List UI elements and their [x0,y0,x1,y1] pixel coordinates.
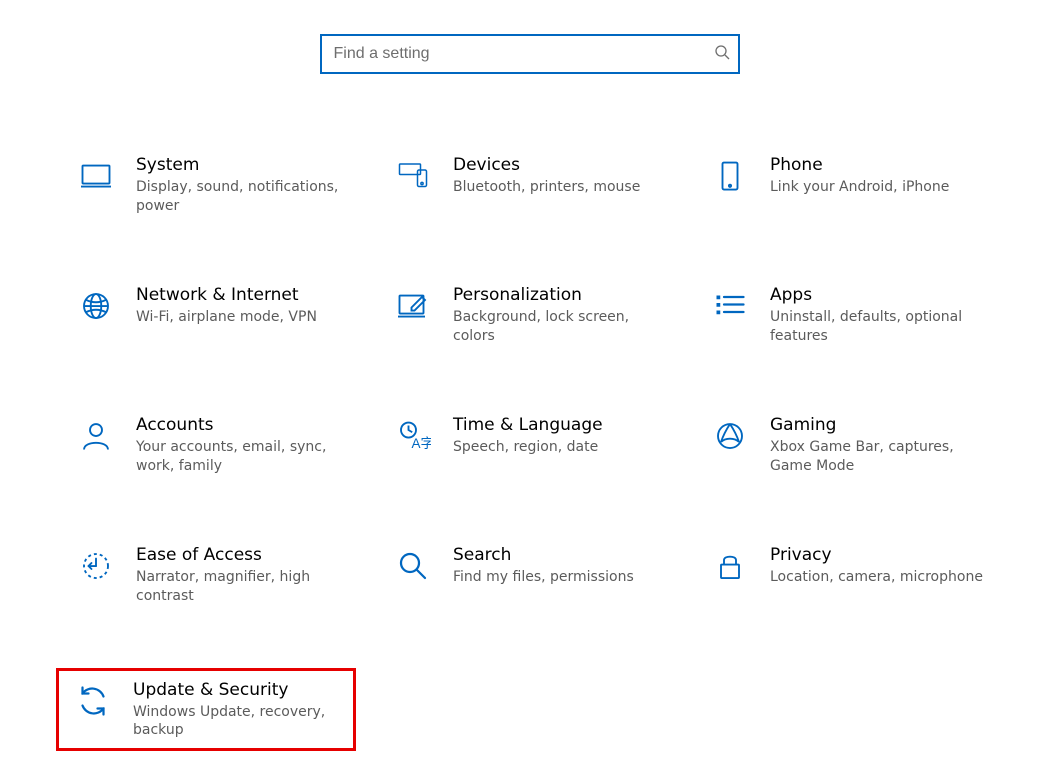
tile-gaming[interactable]: Gaming Xbox Game Bar, captures, Game Mod… [696,408,996,482]
tile-search[interactable]: Search Find my files, permissions [379,538,679,612]
tile-title: Devices [453,154,675,176]
tile-text: Accounts Your accounts, email, sync, wor… [136,414,358,476]
tile-phone[interactable]: Phone Link your Android, iPhone [696,148,996,222]
svg-text:A字: A字 [412,436,432,451]
personalization-icon [393,286,433,326]
tile-title: Apps [770,284,992,306]
tile-ease-of-access[interactable]: Ease of Access Narrator, magnifier, high… [62,538,362,612]
search-wrapper [320,34,740,74]
tile-desc: Windows Update, recovery, backup [133,703,349,741]
devices-icon [393,156,433,196]
globe-icon [76,286,116,326]
tile-title: Personalization [453,284,675,306]
tile-text: Update & Security Windows Update, recove… [133,679,349,741]
system-icon [76,156,116,196]
tile-devices[interactable]: Devices Bluetooth, printers, mouse [379,148,679,222]
tile-title: Phone [770,154,992,176]
tile-desc: Xbox Game Bar, captures, Game Mode [770,438,992,476]
tile-accounts[interactable]: Accounts Your accounts, email, sync, wor… [62,408,362,482]
magnifier-icon [393,546,433,586]
tile-title: Gaming [770,414,992,436]
tile-title: System [136,154,358,176]
tile-desc: Narrator, magnifier, high contrast [136,568,358,606]
tile-system[interactable]: System Display, sound, notifications, po… [62,148,362,222]
search-input[interactable] [320,34,740,74]
apps-icon [710,286,750,326]
tile-time-language[interactable]: A字 Time & Language Speech, region, date [379,408,679,482]
tile-network[interactable]: Network & Internet Wi-Fi, airplane mode,… [62,278,362,352]
tile-desc: Background, lock screen, colors [453,308,675,346]
tile-desc: Find my files, permissions [453,568,675,587]
tile-title: Accounts [136,414,358,436]
tile-desc: Wi-Fi, airplane mode, VPN [136,308,358,327]
tile-title: Network & Internet [136,284,358,306]
update-icon [73,681,113,721]
tile-update-security[interactable]: Update & Security Windows Update, recove… [56,668,356,752]
tile-desc: Link your Android, iPhone [770,178,992,197]
tile-privacy[interactable]: Privacy Location, camera, microphone [696,538,996,612]
tile-desc: Display, sound, notifications, power [136,178,358,216]
lock-icon [710,546,750,586]
tile-text: System Display, sound, notifications, po… [136,154,358,216]
tile-apps[interactable]: Apps Uninstall, defaults, optional featu… [696,278,996,352]
tile-text: Apps Uninstall, defaults, optional featu… [770,284,992,346]
tile-title: Ease of Access [136,544,358,566]
tile-desc: Location, camera, microphone [770,568,992,587]
tile-desc: Your accounts, email, sync, work, family [136,438,358,476]
tile-text: Phone Link your Android, iPhone [770,154,992,197]
tile-desc: Bluetooth, printers, mouse [453,178,675,197]
tile-personalization[interactable]: Personalization Background, lock screen,… [379,278,679,352]
tile-desc: Speech, region, date [453,438,675,457]
settings-grid: System Display, sound, notifications, po… [0,148,1059,751]
tile-text: Network & Internet Wi-Fi, airplane mode,… [136,284,358,327]
tile-title: Time & Language [453,414,675,436]
tile-text: Devices Bluetooth, printers, mouse [453,154,675,197]
ease-of-access-icon [76,546,116,586]
settings-home: System Display, sound, notifications, po… [0,0,1059,763]
tile-text: Ease of Access Narrator, magnifier, high… [136,544,358,606]
tile-text: Search Find my files, permissions [453,544,675,587]
person-icon [76,416,116,456]
gaming-icon [710,416,750,456]
tile-title: Search [453,544,675,566]
tile-text: Gaming Xbox Game Bar, captures, Game Mod… [770,414,992,476]
tile-desc: Uninstall, defaults, optional features [770,308,992,346]
tile-title: Update & Security [133,679,349,701]
tile-text: Time & Language Speech, region, date [453,414,675,457]
tile-text: Privacy Location, camera, microphone [770,544,992,587]
time-language-icon: A字 [393,416,433,456]
tile-title: Privacy [770,544,992,566]
phone-icon [710,156,750,196]
tile-text: Personalization Background, lock screen,… [453,284,675,346]
